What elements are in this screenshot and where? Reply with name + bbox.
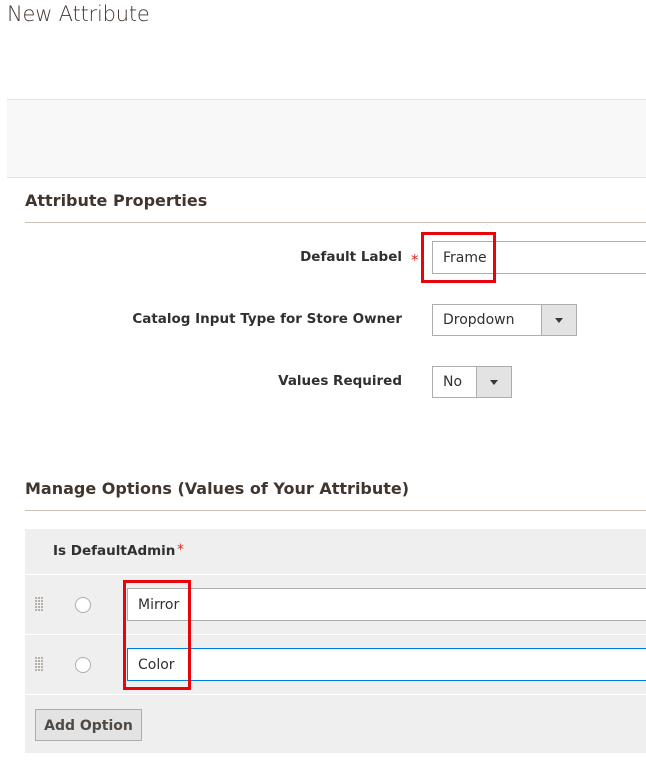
- column-admin: Admin: [127, 543, 176, 559]
- required-asterisk: *: [177, 542, 184, 558]
- catalog-input-type-value: Dropdown: [443, 312, 515, 328]
- options-table-header: Is Default Admin *: [25, 529, 646, 575]
- default-label-label: Default Label: [300, 249, 402, 265]
- required-asterisk: *: [411, 251, 419, 269]
- values-required-select[interactable]: No: [432, 366, 512, 398]
- column-is-default: Is Default: [53, 543, 127, 559]
- option-admin-input[interactable]: [127, 648, 646, 681]
- add-option-button[interactable]: Add Option: [35, 709, 142, 741]
- is-default-radio[interactable]: [75, 657, 91, 673]
- section-divider: [25, 222, 646, 223]
- catalog-input-type-select[interactable]: Dropdown: [432, 304, 577, 336]
- attribute-properties-title: Attribute Properties: [25, 191, 208, 210]
- chevron-down-icon[interactable]: [476, 367, 511, 397]
- drag-handle-icon[interactable]: [35, 657, 43, 671]
- section-divider: [25, 510, 646, 511]
- page-title: New Attribute: [7, 2, 150, 26]
- chevron-down-icon[interactable]: [541, 305, 576, 335]
- drag-handle-icon[interactable]: [35, 597, 43, 611]
- options-table: Is Default Admin * Add Option: [25, 529, 646, 753]
- page-actions-bar: [7, 99, 646, 178]
- option-admin-input[interactable]: [127, 588, 646, 621]
- option-row: [25, 635, 646, 695]
- default-label-input[interactable]: [432, 241, 646, 274]
- values-required-label: Values Required: [278, 373, 402, 389]
- catalog-input-type-label: Catalog Input Type for Store Owner: [132, 311, 402, 327]
- values-required-value: No: [443, 374, 463, 390]
- is-default-radio[interactable]: [75, 597, 91, 613]
- option-row: [25, 575, 646, 635]
- manage-options-title: Manage Options (Values of Your Attribute…: [25, 479, 410, 498]
